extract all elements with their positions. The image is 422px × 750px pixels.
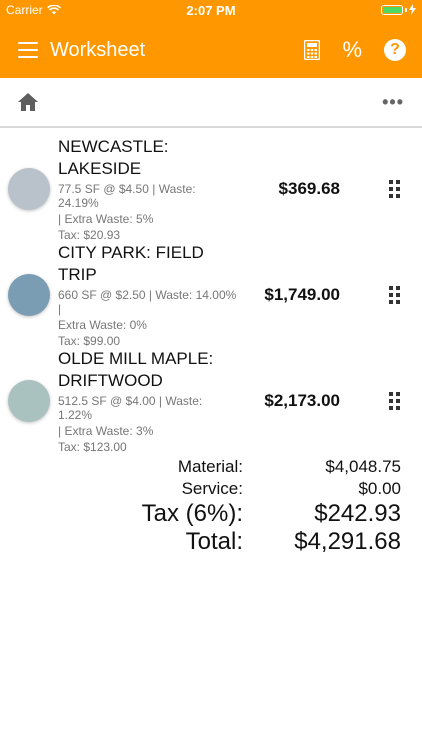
charging-icon [409, 4, 416, 15]
item-price: $369.68 [278, 179, 340, 198]
item-detail: | Extra Waste: 5% [58, 212, 154, 226]
page-title: Worksheet [50, 38, 146, 61]
item-detail: | Extra Waste: 3% [58, 424, 154, 438]
list-item[interactable]: NEWCASTLE: LAKESIDE 77.5 SF @ $4.50 | Wa… [0, 136, 422, 242]
item-detail: Tax: $20.93 [58, 228, 121, 242]
item-body: CITY PARK: FIELD TRIP 660 SF @ $2.50 | W… [58, 242, 238, 348]
drag-handle-icon[interactable] [389, 286, 400, 304]
material-label: Material: [177, 457, 243, 476]
toolbar: ••• [0, 78, 422, 128]
home-icon[interactable] [18, 93, 38, 111]
material-value: $4,048.75 [325, 457, 401, 476]
item-name: NEWCASTLE: [58, 137, 169, 156]
item-detail: 512.5 SF @ $4.00 | Waste: 1.22% [58, 394, 203, 422]
app-bar: Worksheet % ? [0, 22, 422, 78]
item-name: LAKESIDE [58, 159, 142, 178]
item-detail: Tax: $99.00 [58, 334, 121, 348]
status-bar: Carrier 2:07 PM [0, 0, 422, 22]
percent-button[interactable]: % [342, 37, 362, 63]
tax-row: Tax (6%): $242.93 [0, 500, 422, 528]
help-icon: ? [384, 39, 406, 61]
more-options-icon[interactable]: ••• [382, 92, 404, 113]
item-body: OLDE MILL MAPLE: DRIFTWOOD 512.5 SF @ $4… [58, 348, 238, 454]
color-swatch [8, 168, 50, 210]
help-button[interactable]: ? [384, 39, 406, 61]
worksheet-list: NEWCASTLE: LAKESIDE 77.5 SF @ $4.50 | Wa… [0, 128, 422, 454]
tax-value: $242.93 [314, 500, 401, 527]
list-item[interactable]: OLDE MILL MAPLE: DRIFTWOOD 512.5 SF @ $4… [0, 348, 422, 454]
item-price: $2,173.00 [264, 391, 340, 410]
item-detail: Extra Waste: 0% [58, 318, 147, 332]
tax-label: Tax (6%): [141, 500, 243, 527]
hamburger-menu-icon[interactable] [18, 42, 38, 58]
item-name: CITY PARK: FIELD [58, 243, 204, 262]
battery-icon [381, 4, 403, 15]
item-price: $1,749.00 [264, 285, 340, 304]
total-value: $4,291.68 [294, 528, 401, 555]
item-name: DRIFTWOOD [58, 371, 163, 390]
color-swatch [8, 274, 50, 316]
header: Carrier 2:07 PM Worksheet % ? [0, 0, 422, 78]
item-name: OLDE MILL MAPLE: [58, 349, 214, 368]
status-time: 2:07 PM [186, 3, 236, 18]
status-right [381, 4, 416, 15]
item-body: NEWCASTLE: LAKESIDE 77.5 SF @ $4.50 | Wa… [58, 136, 238, 242]
calculator-icon [304, 40, 321, 60]
material-row: Material: $4,048.75 [0, 456, 422, 478]
totals: Material: $4,048.75 Service: $0.00 Tax (… [0, 456, 422, 556]
service-value: $0.00 [358, 479, 401, 498]
total-row: Total: $4,291.68 [0, 528, 422, 556]
item-detail: 660 SF @ $2.50 | Waste: 14.00% | [58, 288, 237, 316]
calculator-button[interactable] [304, 40, 321, 60]
item-detail: Tax: $123.00 [58, 440, 127, 454]
drag-handle-icon[interactable] [389, 392, 400, 410]
color-swatch [8, 380, 50, 422]
service-row: Service: $0.00 [0, 478, 422, 500]
item-detail: 77.5 SF @ $4.50 | Waste: 24.19% [58, 182, 196, 210]
service-label: Service: [181, 479, 243, 498]
battery-tip [405, 7, 407, 12]
total-label: Total: [185, 528, 243, 555]
app-root: Carrier 2:07 PM Worksheet % ? ••• NEWCAS… [0, 0, 422, 750]
list-item[interactable]: CITY PARK: FIELD TRIP 660 SF @ $2.50 | W… [0, 242, 422, 348]
item-name: TRIP [58, 265, 97, 284]
drag-handle-icon[interactable] [389, 180, 400, 198]
